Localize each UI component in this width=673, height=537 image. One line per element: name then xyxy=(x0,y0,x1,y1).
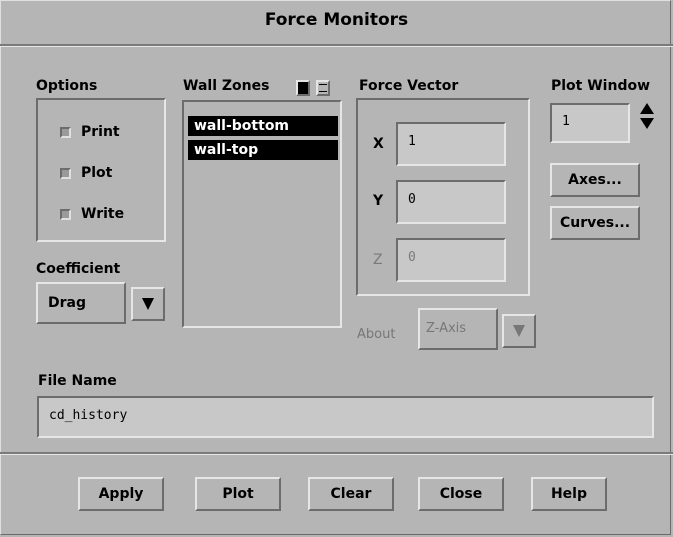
axes-button[interactable]: Axes... xyxy=(550,163,640,197)
write-label: Write xyxy=(81,206,125,222)
options-group: Print Plot Write xyxy=(36,98,166,242)
plot-label: Plot xyxy=(81,165,113,181)
wall-zones-label: Wall Zones xyxy=(183,78,270,94)
separator xyxy=(0,452,673,454)
z-component-field: 0 xyxy=(396,238,506,282)
about-axis-select: Z-Axis xyxy=(418,308,498,350)
list-item[interactable]: wall-bottom xyxy=(188,116,338,136)
curves-button[interactable]: Curves... xyxy=(550,206,640,240)
increment-arrow-icon[interactable] xyxy=(640,103,654,114)
plot-check-indicator[interactable] xyxy=(60,167,71,179)
y-label: Y xyxy=(373,193,384,209)
file-name-field[interactable]: cd_history xyxy=(37,396,654,438)
force-vector-label: Force Vector xyxy=(359,78,459,94)
print-check-indicator[interactable] xyxy=(60,126,71,138)
deselect-all-icon[interactable] xyxy=(316,80,330,96)
coefficient-select[interactable]: Drag xyxy=(36,282,126,324)
apply-button[interactable]: Apply xyxy=(78,477,164,511)
z-label: Z xyxy=(373,252,383,268)
file-name-label: File Name xyxy=(38,373,117,389)
coefficient-dropdown-button[interactable] xyxy=(131,287,165,321)
write-check-indicator[interactable] xyxy=(60,208,71,220)
about-label: About xyxy=(357,327,396,342)
chevron-down-icon xyxy=(513,325,525,337)
print-checkbox[interactable]: Print xyxy=(60,124,120,140)
plot-button[interactable]: Plot xyxy=(195,477,281,511)
options-label: Options xyxy=(36,78,98,94)
wall-zones-list[interactable]: wall-bottom wall-top xyxy=(182,100,342,328)
about-dropdown-button xyxy=(502,314,536,348)
plot-window-spinner[interactable] xyxy=(640,103,654,129)
list-item[interactable]: wall-top xyxy=(188,140,338,160)
x-label: X xyxy=(373,136,384,152)
plot-checkbox[interactable]: Plot xyxy=(60,165,112,181)
window-title: Force Monitors xyxy=(264,10,409,30)
clear-button[interactable]: Clear xyxy=(308,477,394,511)
plot-window-field[interactable]: 1 xyxy=(550,103,630,143)
write-checkbox[interactable]: Write xyxy=(60,206,124,222)
help-button[interactable]: Help xyxy=(531,477,607,511)
close-button[interactable]: Close xyxy=(418,477,504,511)
x-component-field[interactable]: 1 xyxy=(396,122,506,166)
chevron-down-icon xyxy=(142,298,154,310)
plot-window-label: Plot Window xyxy=(551,78,651,94)
select-all-icon[interactable] xyxy=(296,80,310,96)
y-component-field[interactable]: 0 xyxy=(396,180,506,224)
coefficient-label: Coefficient xyxy=(36,261,121,277)
print-label: Print xyxy=(81,124,120,140)
decrement-arrow-icon[interactable] xyxy=(640,118,654,129)
